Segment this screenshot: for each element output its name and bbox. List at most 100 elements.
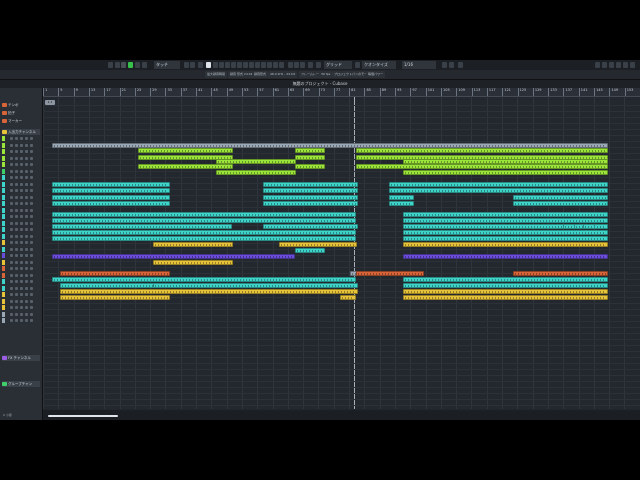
edit-button[interactable]: [30, 221, 33, 225]
track-header[interactable]: [2, 311, 40, 317]
ruler-bar-97[interactable]: 97: [410, 88, 417, 96]
record-button[interactable]: [20, 156, 23, 160]
ruler-bar-153[interactable]: 153: [624, 88, 633, 96]
signature-track[interactable]: 拍子: [2, 110, 40, 116]
midi-part[interactable]: [138, 164, 233, 169]
ruler-bar-13[interactable]: 13: [88, 88, 95, 96]
mute-button[interactable]: [10, 208, 13, 212]
record-button[interactable]: [20, 189, 23, 192]
monitor-button[interactable]: [25, 182, 28, 186]
ruler-bar-113[interactable]: 113: [471, 88, 480, 96]
midi-part[interactable]: [295, 155, 325, 160]
ruler-bar-5[interactable]: 5: [58, 88, 63, 96]
snap-on-icon[interactable]: [308, 62, 313, 68]
monitor-button[interactable]: [25, 319, 28, 322]
midi-part[interactable]: [263, 195, 358, 200]
monitor-button[interactable]: [25, 215, 28, 218]
midi-part[interactable]: [513, 271, 608, 276]
read-automation-icon[interactable]: [121, 62, 126, 68]
midi-part[interactable]: [60, 271, 170, 276]
track-header[interactable]: [2, 253, 40, 258]
project-window-event-display[interactable]: 1.1: [43, 97, 640, 409]
edit-button[interactable]: [30, 293, 33, 296]
ruler-bar-129[interactable]: 129: [532, 88, 542, 96]
suspend-icon[interactable]: [142, 62, 147, 68]
track-header[interactable]: [2, 155, 40, 161]
ruler-bar-29[interactable]: 29: [150, 88, 157, 96]
edit-button[interactable]: [30, 319, 33, 322]
track-header[interactable]: [2, 233, 40, 239]
track-header[interactable]: [2, 142, 40, 148]
monitor-button[interactable]: [25, 150, 28, 153]
record-button[interactable]: [20, 273, 23, 277]
mute-button[interactable]: [10, 176, 13, 179]
edit-button[interactable]: [30, 215, 33, 218]
scrollbar-thumb[interactable]: [48, 415, 118, 417]
mute-button[interactable]: [10, 195, 13, 199]
midi-part[interactable]: [563, 224, 575, 229]
edit-button[interactable]: [30, 254, 33, 257]
erase-tool-icon[interactable]: [231, 62, 236, 68]
lower-zone-toggle-icon[interactable]: [602, 62, 607, 68]
edit-button[interactable]: [30, 241, 33, 244]
record-button[interactable]: [20, 228, 23, 231]
track-header[interactable]: [2, 168, 40, 174]
midi-part[interactable]: [403, 295, 608, 300]
automation-mode-select[interactable]: タッチ: [154, 61, 180, 69]
mute-button[interactable]: [10, 267, 13, 270]
midi-part[interactable]: [279, 242, 357, 247]
track-header[interactable]: [2, 175, 40, 180]
mute-button[interactable]: [10, 260, 13, 264]
edit-button[interactable]: [30, 169, 33, 173]
midi-part[interactable]: [403, 277, 608, 282]
midi-part[interactable]: [295, 164, 325, 169]
mute-tool-icon[interactable]: [243, 62, 248, 68]
record-button[interactable]: [20, 221, 23, 225]
ruler-bar-141[interactable]: 141: [578, 88, 587, 96]
monitor-button[interactable]: [25, 189, 28, 192]
nudge-up-icon[interactable]: [300, 62, 305, 68]
solo-button[interactable]: [15, 208, 18, 212]
window-layout-icon[interactable]: [623, 62, 628, 68]
ruler-bar-105[interactable]: 105: [441, 88, 450, 96]
solo-button[interactable]: [15, 150, 18, 153]
monitor-button[interactable]: [25, 247, 28, 251]
ruler-bar-1[interactable]: 1: [43, 88, 47, 96]
monitor-button[interactable]: [25, 286, 28, 290]
ruler-bar-133[interactable]: 133: [548, 88, 557, 96]
mute-button[interactable]: [10, 221, 13, 225]
record-button[interactable]: [20, 215, 23, 218]
mute-button[interactable]: [10, 312, 13, 316]
automation-panel-icon[interactable]: [135, 62, 140, 68]
track-header[interactable]: [2, 220, 40, 226]
ruler-bar-17[interactable]: 17: [104, 88, 111, 96]
midi-part[interactable]: [52, 277, 356, 282]
monitor-button[interactable]: [25, 156, 28, 160]
record-button[interactable]: [20, 176, 23, 179]
ruler-bar-41[interactable]: 41: [196, 88, 203, 96]
edit-button[interactable]: [30, 182, 33, 186]
midi-part[interactable]: [60, 295, 170, 300]
solo-button[interactable]: [15, 267, 18, 270]
solo-button[interactable]: [15, 202, 18, 205]
record-button[interactable]: [20, 319, 23, 322]
edit-button[interactable]: [30, 195, 33, 199]
ruler-bar-61[interactable]: 61: [272, 88, 279, 96]
midi-part[interactable]: [403, 236, 608, 241]
record-button[interactable]: [20, 286, 23, 290]
horizontal-scrollbar[interactable]: 0 小節: [3, 410, 640, 420]
ruler-bar-21[interactable]: 21: [119, 88, 126, 96]
monitor-button[interactable]: [25, 306, 28, 309]
midi-part[interactable]: [52, 224, 232, 229]
ruler-bar-49[interactable]: 49: [226, 88, 233, 96]
solo-button[interactable]: [15, 137, 18, 140]
ruler-bar-9[interactable]: 9: [73, 88, 78, 96]
color-picker-icon[interactable]: [442, 62, 447, 68]
solo-button[interactable]: [15, 280, 18, 283]
ruler-bar-73[interactable]: 73: [318, 88, 325, 96]
nudge-right-icon[interactable]: [294, 62, 299, 68]
record-button[interactable]: [20, 169, 23, 173]
left-zone-toggle-icon[interactable]: [595, 62, 600, 68]
midi-part[interactable]: [52, 188, 170, 193]
time-ruler[interactable]: 1 5 9 13 17 21 25 29 33 37 41 45 49 53 57 61 65 69 73 77 81 8…: [43, 88, 640, 97]
